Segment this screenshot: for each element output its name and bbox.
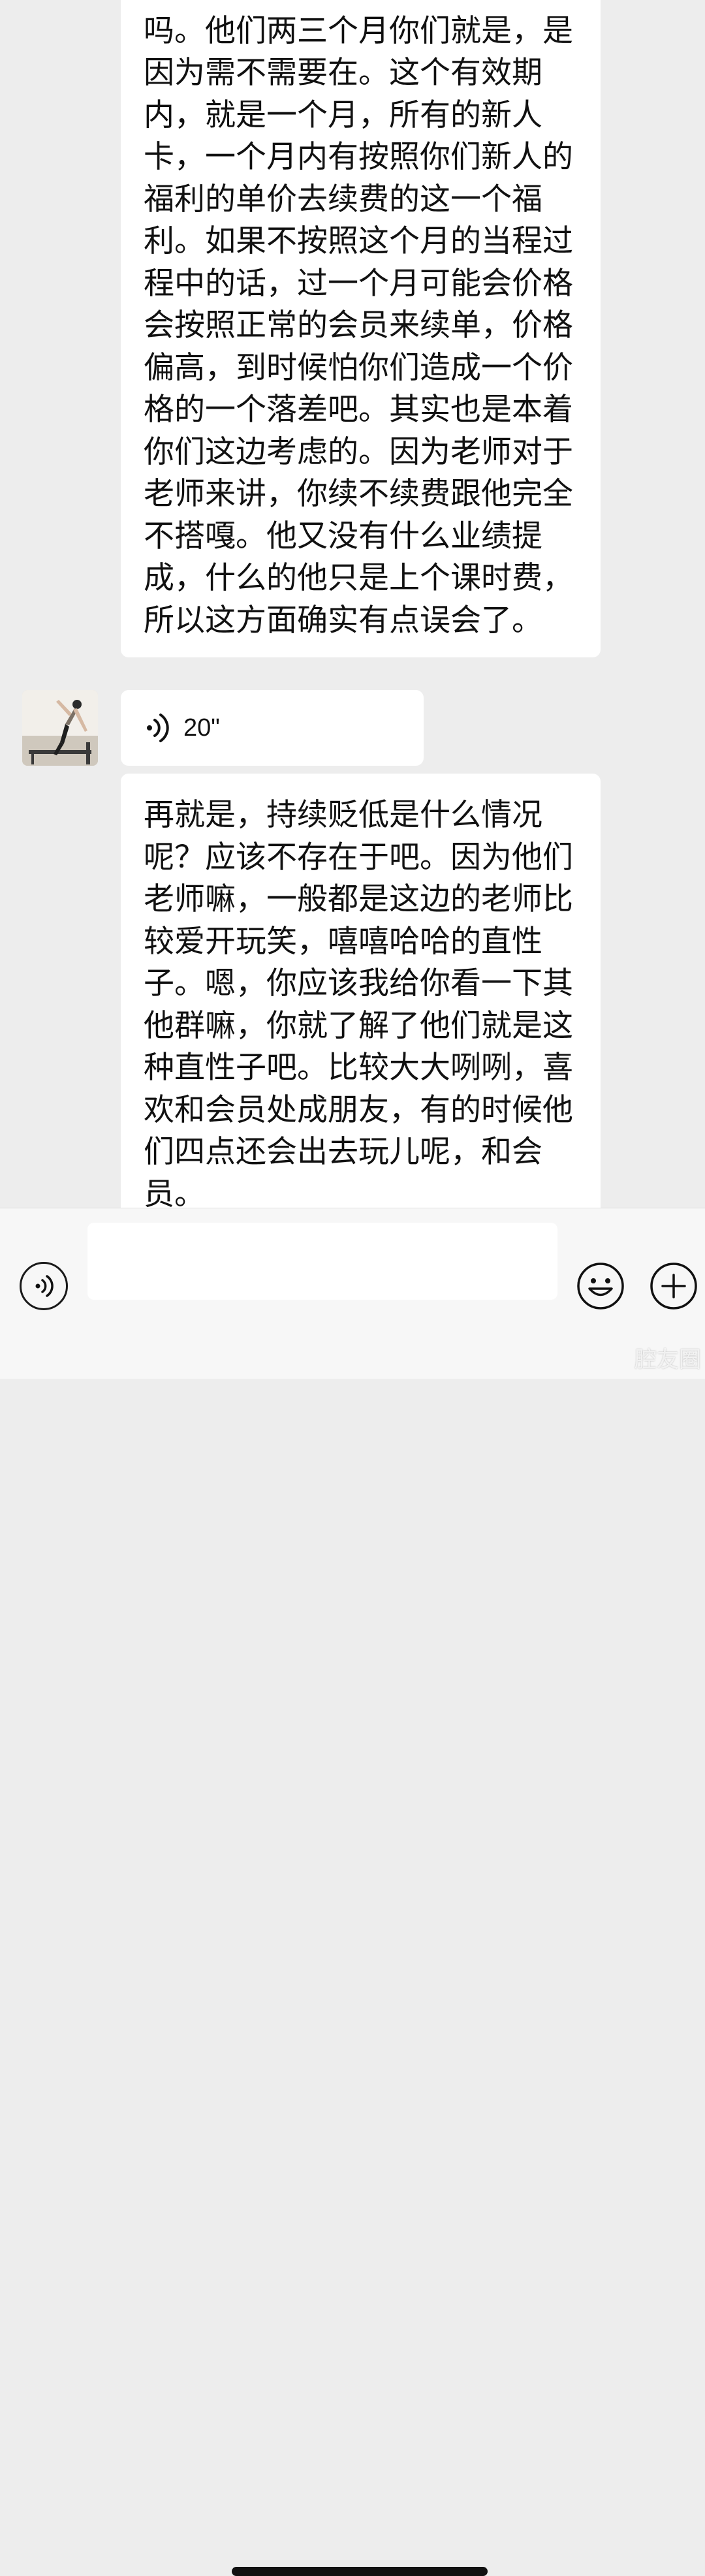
chat-message-list[interactable]: 吗。他们两三个月你们就是，是因为需不需要在。这个有效期内，就是一个月，所有的新人…: [0, 0, 705, 1208]
message-text: 吗。他们两三个月你们就是，是因为需不需要在。这个有效期内，就是一个月，所有的新人…: [144, 12, 573, 638]
plus-icon: [650, 1263, 697, 1310]
avatar-photo-icon: [22, 690, 98, 766]
smiley-icon: [577, 1263, 624, 1310]
voice-duration: 20": [183, 714, 220, 742]
voice-toggle-icon: [35, 1275, 54, 1297]
message-input[interactable]: [87, 1223, 557, 1300]
more-options-button[interactable]: [650, 1262, 698, 1310]
voice-wave-icon: [147, 714, 169, 742]
voice-toggle-button[interactable]: [20, 1262, 68, 1310]
home-indicator[interactable]: [232, 2567, 488, 2576]
chat-input-bar: 腔友圈: [0, 1208, 705, 2576]
message-text-container: 吗。他们两三个月你们就是，是因为需不需要在。这个有效期内，就是一个月，所有的新人…: [144, 10, 577, 642]
message-bubble-text[interactable]: 吗。他们两三个月你们就是，是因为需不需要在。这个有效期内，就是一个月，所有的新人…: [121, 0, 601, 657]
message-bubble-text[interactable]: 再就是，持续贬低是什么情况呢？应该不存在于吧。因为他们老师嘛，一般都是这边的老师…: [121, 774, 601, 1208]
message-text: 再就是，持续贬低是什么情况呢？应该不存在于吧。因为他们老师嘛，一般都是这边的老师…: [144, 797, 573, 1208]
voice-message-bubble[interactable]: 20": [121, 690, 424, 766]
sender-avatar[interactable]: [22, 690, 98, 766]
watermark: 腔友圈: [634, 1347, 701, 1373]
emoji-button[interactable]: [576, 1262, 625, 1310]
